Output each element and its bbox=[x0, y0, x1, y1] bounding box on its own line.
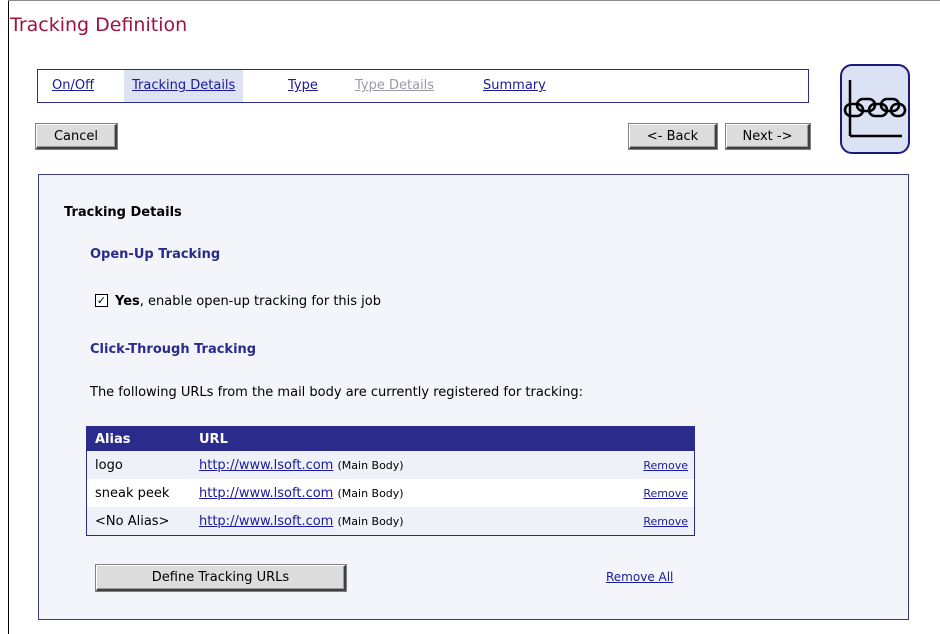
table-row: <No Alias> http://www.lsoft.com (Main Bo… bbox=[86, 507, 695, 536]
wizard-tab-bar: On/Off Tracking Details Type Type Detail… bbox=[37, 69, 809, 103]
url-link[interactable]: http://www.lsoft.com bbox=[199, 514, 333, 529]
back-button[interactable]: <- Back bbox=[629, 124, 717, 149]
remove-cell: Remove bbox=[584, 451, 695, 479]
url-location: (Main Body) bbox=[337, 458, 404, 472]
tab-on-off[interactable]: On/Off bbox=[52, 70, 94, 102]
chain-links-icon bbox=[840, 64, 910, 154]
window-frame-top bbox=[8, 0, 940, 1]
tab-tracking-details[interactable]: Tracking Details bbox=[124, 70, 244, 102]
tab-type[interactable]: Type bbox=[288, 70, 318, 102]
url-location: (Main Body) bbox=[337, 514, 404, 528]
url-cell: http://www.lsoft.com (Main Body) bbox=[191, 507, 585, 536]
alias-cell: sneak peek bbox=[86, 479, 191, 507]
table-header-row: Alias URL bbox=[86, 426, 695, 451]
section-heading: Tracking Details bbox=[64, 205, 182, 220]
table-row: logo http://www.lsoft.com (Main Body) Re… bbox=[86, 451, 695, 479]
remove-link[interactable]: Remove bbox=[643, 515, 688, 528]
url-link[interactable]: http://www.lsoft.com bbox=[199, 486, 333, 501]
remove-cell: Remove bbox=[584, 507, 695, 536]
alias-cell: logo bbox=[86, 451, 191, 479]
table-row: sneak peek http://www.lsoft.com (Main Bo… bbox=[86, 479, 695, 507]
url-location: (Main Body) bbox=[337, 486, 404, 500]
define-tracking-urls-button[interactable]: Define Tracking URLs bbox=[96, 565, 346, 591]
tab-type-details: Type Details bbox=[355, 78, 435, 93]
column-header-alias: Alias bbox=[86, 426, 191, 451]
cancel-button[interactable]: Cancel bbox=[36, 124, 117, 149]
open-up-tracking-option: Yes, enable open-up tracking for this jo… bbox=[115, 294, 381, 309]
page-title: Tracking Definition bbox=[10, 14, 188, 36]
click-through-intro: The following URLs from the mail body ar… bbox=[90, 385, 583, 400]
open-up-tracking-checkbox[interactable]: ✓ bbox=[95, 294, 108, 307]
yes-label: Yes bbox=[115, 294, 140, 309]
window-frame-left bbox=[8, 0, 9, 634]
remove-link[interactable]: Remove bbox=[643, 459, 688, 472]
tracking-urls-table: Alias URL logo http://www.lsoft.com (Mai… bbox=[86, 426, 695, 536]
remove-link[interactable]: Remove bbox=[643, 487, 688, 500]
tab-summary[interactable]: Summary bbox=[483, 70, 546, 102]
url-link[interactable]: http://www.lsoft.com bbox=[199, 458, 333, 473]
url-cell: http://www.lsoft.com (Main Body) bbox=[191, 451, 585, 479]
alias-cell: <No Alias> bbox=[86, 507, 191, 536]
next-button[interactable]: Next -> bbox=[726, 124, 810, 149]
url-cell: http://www.lsoft.com (Main Body) bbox=[191, 479, 585, 507]
remove-all-link[interactable]: Remove All bbox=[606, 570, 673, 584]
open-up-tracking-title: Open-Up Tracking bbox=[90, 247, 221, 262]
click-through-tracking-title: Click-Through Tracking bbox=[90, 342, 257, 357]
column-header-url: URL bbox=[191, 426, 695, 451]
remove-cell: Remove bbox=[584, 479, 695, 507]
open-up-option-text: , enable open-up tracking for this job bbox=[139, 294, 381, 309]
